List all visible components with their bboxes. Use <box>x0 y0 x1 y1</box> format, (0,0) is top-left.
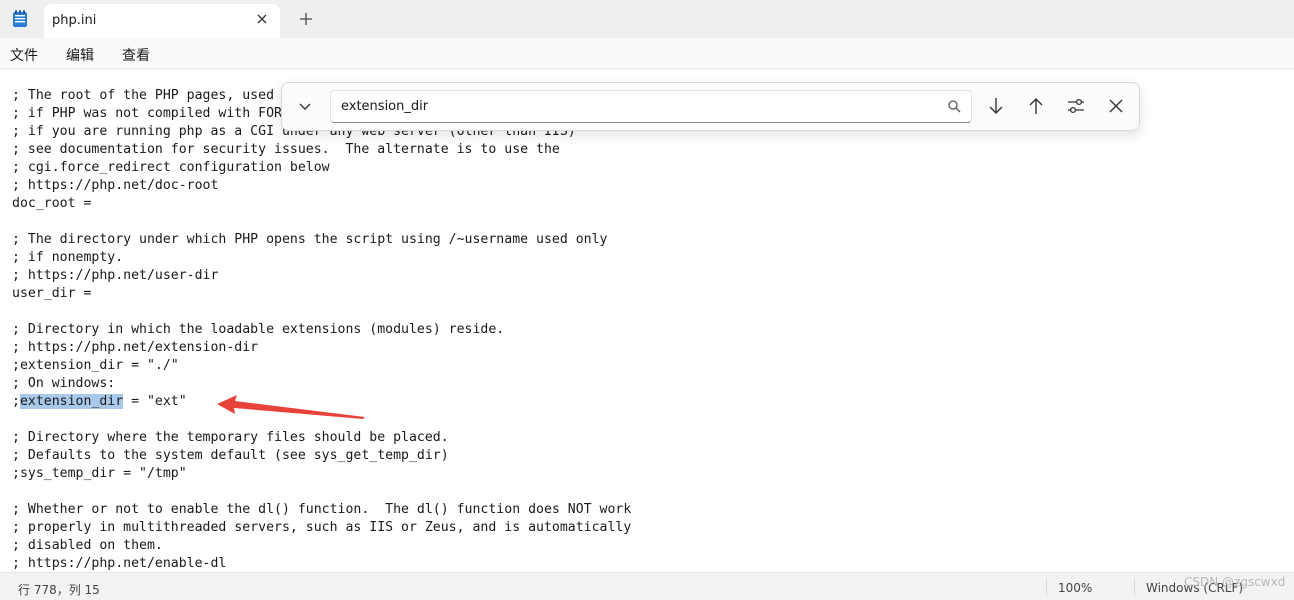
editor-line: ; https://php.net/doc-root <box>12 178 219 193</box>
cursor-position: 行 778，列 15 <box>18 583 100 597</box>
menu-bar: 文件 编辑 查看 <box>0 38 1294 69</box>
editor-line: ; disabled on them. <box>12 538 163 553</box>
notepad-icon <box>13 10 27 27</box>
match-suffix: = "ext" <box>123 394 187 409</box>
watermark: CSDN @zgscwxd <box>1184 575 1286 589</box>
editor-line: user_dir = <box>12 286 92 301</box>
options-sliders-icon[interactable] <box>1065 95 1087 117</box>
status-bar: 行 778，列 15 100% Windows (CRLF) <box>0 572 1294 600</box>
tab-title: php.ini <box>52 13 97 28</box>
search-highlight: extension_dir <box>19 394 124 409</box>
editor-line: ;extension_dir = "./" <box>12 358 179 373</box>
editor-line: ; see documentation for security issues.… <box>12 142 560 157</box>
editor-line: ; https://php.net/user-dir <box>12 268 219 283</box>
editor-line: ; On windows: <box>12 376 116 391</box>
arrow-up-icon[interactable] <box>1025 95 1047 117</box>
editor-line: ; https://php.net/extension-dir <box>12 340 259 355</box>
find-input[interactable]: extension_dir <box>330 90 972 123</box>
close-icon[interactable] <box>1105 95 1127 117</box>
menu-edit[interactable]: 编辑 <box>66 45 94 65</box>
menu-view[interactable]: 查看 <box>122 45 150 65</box>
search-icon[interactable] <box>947 99 961 113</box>
match-prefix: ; <box>12 394 20 409</box>
chevron-down-icon[interactable] <box>296 97 314 115</box>
editor-line: ; The root of the PHP pages, used <box>12 88 275 103</box>
find-bar: extension_dir <box>281 82 1140 131</box>
editor-line: ; Directory in which the loadable extens… <box>12 322 505 337</box>
tab-php-ini[interactable]: php.ini <box>44 4 280 38</box>
text-editor[interactable]: ; The root of the PHP pages, used ; if P… <box>0 69 1294 571</box>
editor-line: ; Defaults to the system default (see sy… <box>12 448 449 463</box>
status-divider <box>1134 579 1135 595</box>
editor-line: ; properly in multithreaded servers, suc… <box>12 520 632 535</box>
match-line: ;extension_dir = "ext" <box>12 393 187 411</box>
status-divider <box>1046 579 1047 595</box>
editor-line: ; cgi.force_redirect configuration below <box>12 160 330 175</box>
editor-line: ; Whether or not to enable the dl() func… <box>12 502 632 517</box>
annotation-arrow-icon <box>217 395 365 419</box>
title-bar: php.ini <box>0 0 1294 38</box>
menu-file[interactable]: 文件 <box>10 45 38 65</box>
arrow-down-icon[interactable] <box>985 95 1007 117</box>
editor-line: ; The directory under which PHP opens th… <box>12 232 608 247</box>
close-icon[interactable] <box>254 11 270 27</box>
add-tab-icon[interactable] <box>298 11 314 27</box>
editor-line: doc_root = <box>12 196 92 211</box>
editor-line: ; https://php.net/enable-dl <box>12 556 227 571</box>
zoom-level[interactable]: 100% <box>1058 581 1092 595</box>
editor-line: ;sys_temp_dir = "/tmp" <box>12 466 187 481</box>
editor-line: ; if nonempty. <box>12 250 124 265</box>
editor-line: ; if PHP was not compiled with FOR <box>12 106 282 121</box>
editor-line: ; Directory where the temporary files sh… <box>12 430 449 445</box>
find-query: extension_dir <box>341 99 429 114</box>
